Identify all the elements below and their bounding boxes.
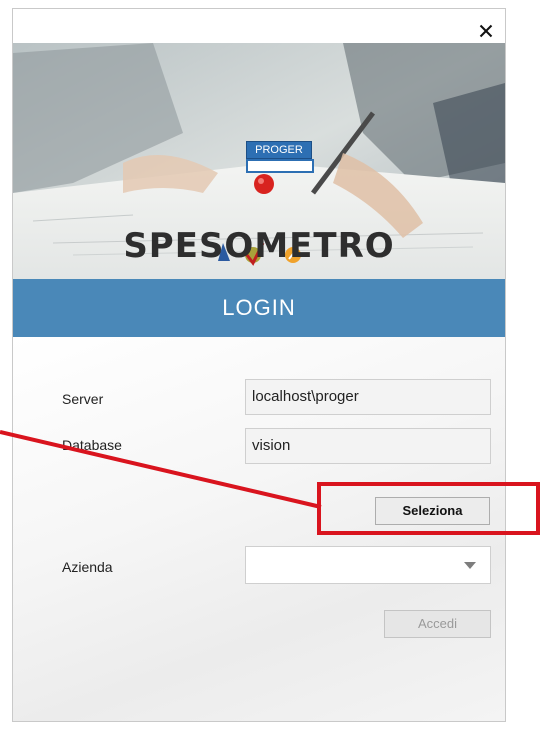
- close-button[interactable]: [469, 15, 503, 47]
- close-icon: [479, 24, 493, 38]
- annotation-highlight-box: [317, 482, 540, 535]
- annotation-arrow-line: [0, 430, 322, 509]
